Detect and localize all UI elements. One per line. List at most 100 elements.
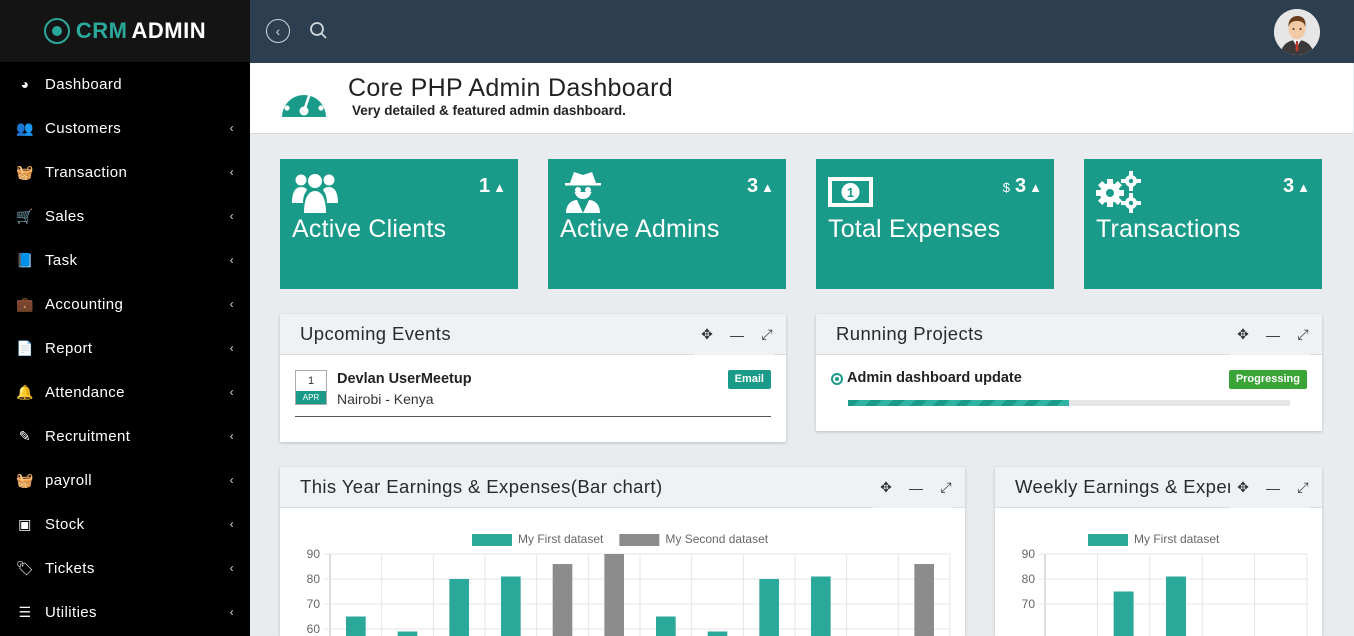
bar[interactable] [397,631,418,636]
legend-swatch[interactable] [619,534,660,546]
sidebar-item-label: Recruitment [45,427,131,445]
bar[interactable] [1166,576,1186,636]
sidebar-item-label: Transaction [45,163,128,181]
card-active-clients[interactable]: 1 ▲ Active Clients [280,159,518,289]
svg-text:1: 1 [847,185,854,200]
brand-text: CRM ADMIN [76,18,206,44]
topbar: ‹ [250,0,1354,63]
expand-icon[interactable]: ⤢ [939,479,953,495]
card-count-value: 3 [1015,175,1027,197]
bar[interactable] [914,564,934,636]
bar[interactable] [346,616,366,636]
sidebar-item-tickets[interactable]: 🏷 Tickets ‹ [0,546,250,590]
minimize-icon[interactable]: — [1266,327,1280,343]
trend-up-icon: ▲ [1029,180,1042,195]
user-avatar[interactable] [1274,9,1320,55]
sidebar-item-stock[interactable]: ▣ Stock ‹ [0,502,250,546]
event-day: 1 [307,375,315,387]
sidebar-item-transaction[interactable]: 🧺 Transaction ‹ [0,150,250,194]
book-icon: 📘 [16,251,34,268]
move-icon[interactable]: ✥ [700,326,714,342]
legend-swatch[interactable] [1088,534,1128,546]
bar[interactable] [811,576,831,636]
brand-text-part1: CRM [75,18,128,43]
card-active-admins[interactable]: 3 ▲ Active Admins [548,159,786,289]
card-currency: $ [1002,180,1010,195]
email-badge[interactable]: Email [727,370,771,389]
event-month: APR [296,391,326,404]
bar[interactable] [552,564,573,636]
move-icon[interactable]: ✥ [1236,326,1250,342]
briefcase-icon: 💼 [16,295,34,312]
panel-weekly-earnings-chart: Weekly Earnings & Expenses ✥ — ⤢ My Firs… [995,467,1322,636]
legend-label[interactable]: My Second dataset [665,532,768,546]
y-tick-label: 70 [307,597,321,611]
move-icon[interactable]: ✥ [1236,479,1250,495]
card-total-expenses[interactable]: 1 $ 3 ▲ Total Expenses [816,159,1054,289]
hdd-icon: ▣ [18,515,32,532]
sidebar-item-utilities[interactable]: ☰ Utilities ‹ [0,590,250,634]
event-location: Nairobi - Kenya [337,391,434,407]
minimize-icon[interactable]: — [909,480,923,496]
bar[interactable] [707,631,728,636]
sidebar-item-sales[interactable]: 🛒 Sales ‹ [0,194,250,238]
sidebar-item-task[interactable]: 📘 Task ‹ [0,238,250,282]
legend-label[interactable]: My First dataset [1134,532,1220,546]
bar[interactable] [759,579,779,636]
chevron-left-icon[interactable]: ‹ [230,121,234,135]
sidebar-item-label: Utilities [45,603,97,621]
bar[interactable] [1113,591,1134,636]
sidebar-item-payroll[interactable]: 🧺 payroll ‹ [0,458,250,502]
dot-circle-icon [831,373,843,385]
card-count-value: 3 [747,175,759,197]
chevron-left-icon[interactable]: ‹ [230,341,234,355]
sidebar-item-report[interactable]: 📄 Report ‹ [0,326,250,370]
panel-title: This Year Earnings & Expenses(Bar chart) [300,476,663,497]
bar[interactable] [656,616,676,636]
chevron-left-icon[interactable]: ‹ [230,561,234,575]
event-date: 1 APR [295,370,327,405]
panel-running-projects: Running Projects ✥ — ⤢ Admin dashboard u… [816,314,1322,431]
panel-title: Upcoming Events [300,323,451,344]
page-title: Core PHP Admin Dashboard [348,74,673,102]
chevron-left-icon[interactable]: ‹ [230,605,234,619]
chevron-left-icon[interactable]: ‹ [230,297,234,311]
list-item[interactable]: 1 APR Devlan UserMeetup Nairobi - Kenya … [295,370,771,417]
y-tick-label: 80 [1022,572,1036,586]
chevron-left-icon[interactable]: ‹ [230,517,234,531]
card-count-value: 1 [479,175,491,197]
y-tick-label: 70 [1022,597,1036,611]
brand-logo[interactable]: CRM ADMIN [0,0,250,62]
bar[interactable] [604,554,624,636]
legend-label[interactable]: My First dataset [518,532,604,546]
card-transactions[interactable]: 3 ▲ Transactions [1084,159,1322,289]
chevron-left-icon[interactable]: ‹ [230,429,234,443]
chevron-left-icon[interactable]: ‹ [230,165,234,179]
sidebar-nav: ◕ Dashboard 👥 Customers ‹ 🧺 Transaction ‹ 🛒 Sales… [0,62,250,634]
brand-text-part2: ADMIN [131,18,207,43]
project-name: Admin dashboard update [847,370,1022,386]
sidebar-item-attendance[interactable]: 🔔 Attendance ‹ [0,370,250,414]
sidebar-item-recruitment[interactable]: ✎ Recruitment ‹ [0,414,250,458]
minimize-icon[interactable]: — [1266,480,1280,496]
chevron-left-icon[interactable]: ‹ [230,385,234,399]
chevron-left-icon[interactable]: ‹ [230,253,234,267]
expand-icon[interactable]: ⤢ [760,326,774,342]
bar[interactable] [501,576,521,636]
expand-icon[interactable]: ⤢ [1296,479,1310,495]
search-icon[interactable] [308,20,330,42]
expand-icon[interactable]: ⤢ [1296,326,1310,342]
sidebar-item-accounting[interactable]: 💼 Accounting ‹ [0,282,250,326]
page-subtitle: Very detailed & featured admin dashboard… [352,103,626,118]
legend-swatch[interactable] [472,534,512,546]
chevron-left-icon[interactable]: ‹ [230,473,234,487]
card-title: Total Expenses [828,215,1001,243]
bar[interactable] [449,579,469,636]
trend-up-icon: ▲ [761,180,774,195]
sidebar-item-dashboard[interactable]: ◕ Dashboard [0,62,250,106]
minimize-icon[interactable]: — [730,327,744,343]
back-arrow-icon[interactable]: ‹ [266,19,290,43]
sidebar-item-customers[interactable]: 👥 Customers ‹ [0,106,250,150]
chevron-left-icon[interactable]: ‹ [230,209,234,223]
move-icon[interactable]: ✥ [879,479,893,495]
